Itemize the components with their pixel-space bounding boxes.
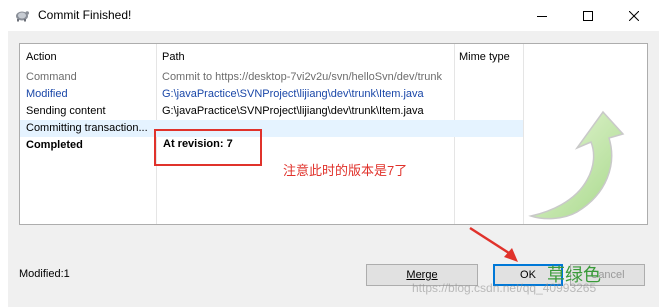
- column-divider: [523, 44, 524, 224]
- annotation-arrow-icon: [469, 226, 518, 262]
- maximize-button[interactable]: [565, 0, 611, 31]
- merge-button-label: Merge: [406, 269, 438, 281]
- revision-text: At revision: 7: [163, 138, 233, 150]
- window-title: Commit Finished!: [38, 8, 132, 22]
- close-button[interactable]: [611, 0, 657, 31]
- list-item[interactable]: Completed: [20, 137, 523, 154]
- annotation-note: 注意此时的版本是7了: [283, 163, 408, 178]
- minimize-icon: [537, 15, 547, 17]
- row-action: Committing transaction...: [26, 122, 148, 134]
- maximize-icon: [583, 10, 593, 21]
- ok-button-label: OK: [520, 269, 536, 281]
- header-action[interactable]: Action: [26, 51, 57, 63]
- list-item[interactable]: Command Commit to https://desktop-7vi2v2…: [20, 69, 523, 86]
- success-arrow-icon: [528, 110, 625, 220]
- header-path[interactable]: Path: [162, 51, 185, 63]
- row-path: Commit to https://desktop-7vi2v2u/svn/he…: [162, 71, 443, 83]
- row-path: G:\javaPractice\SVNProject\lijiang\dev\t…: [162, 88, 424, 100]
- tortoisesvn-icon: [16, 11, 29, 22]
- row-action: Sending content: [26, 105, 106, 117]
- header-mime-type[interactable]: Mime type: [459, 51, 510, 63]
- row-action: Command: [26, 71, 77, 83]
- row-action: Modified: [26, 88, 68, 100]
- title-bar: Commit Finished!: [0, 0, 667, 31]
- list-item-selected[interactable]: Committing transaction...: [20, 120, 523, 137]
- minimize-button[interactable]: [519, 0, 565, 31]
- list-header: Action Path Mime type: [20, 44, 647, 68]
- list-item[interactable]: Sending content G:\javaPractice\SVNProje…: [20, 103, 523, 120]
- watermark: https://blog.csdn.net/qq_40993265: [412, 281, 597, 295]
- row-path: G:\javaPractice\SVNProject\lijiang\dev\t…: [162, 105, 424, 117]
- close-icon: [629, 10, 639, 21]
- list-item[interactable]: Modified G:\javaPractice\SVNProject\liji…: [20, 86, 523, 103]
- modified-count: Modified:1: [19, 268, 70, 280]
- row-action: Completed: [26, 139, 83, 151]
